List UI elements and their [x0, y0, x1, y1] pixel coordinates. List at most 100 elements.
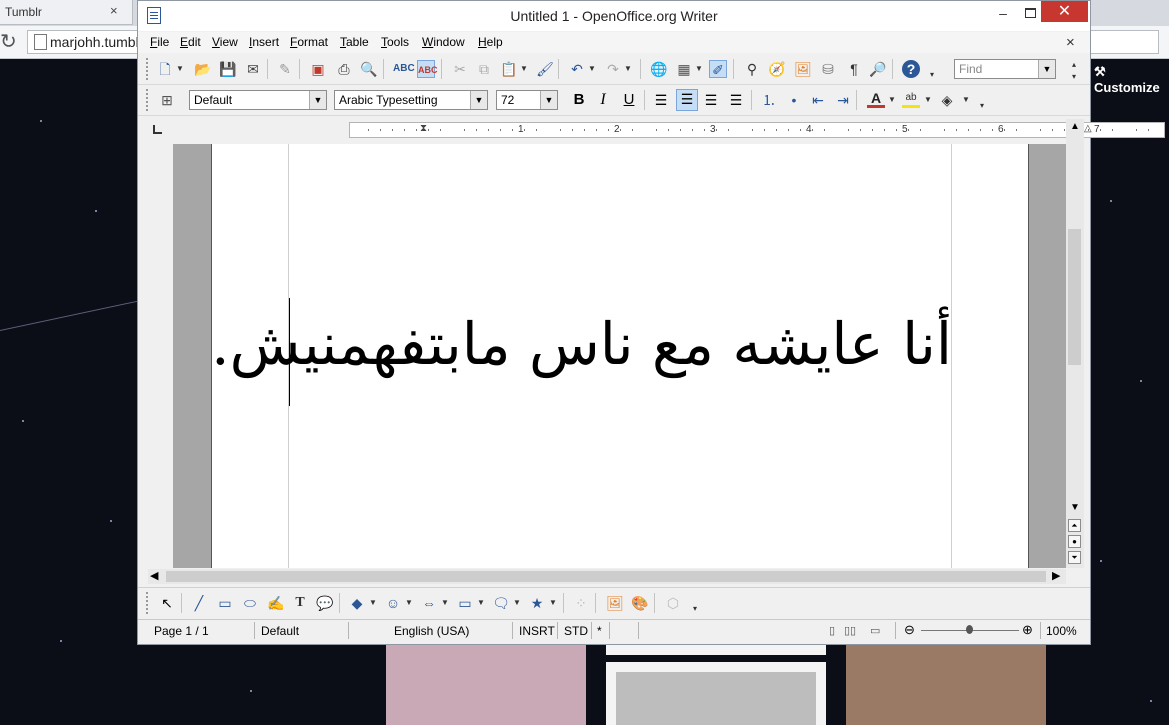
new-dropdown-icon[interactable]: ▼	[176, 60, 184, 78]
zoom-level[interactable]: 100%	[1046, 624, 1077, 638]
redo-icon[interactable]: ↷	[604, 60, 622, 78]
chevron-down-icon[interactable]: ▼	[470, 91, 487, 109]
callouts-icon[interactable]: 🗨	[492, 594, 510, 612]
close-document-icon[interactable]: ×	[1066, 34, 1075, 51]
single-page-view-icon[interactable]: ▯	[829, 624, 835, 637]
previous-page-icon[interactable]: ⏶	[1068, 519, 1081, 532]
tab-type-selector[interactable]	[148, 119, 166, 141]
paste-icon[interactable]: 📋	[500, 60, 518, 78]
align-right-icon[interactable]: ☰	[702, 91, 720, 109]
chevron-down-icon[interactable]: ▼	[1038, 60, 1055, 78]
select-pointer-icon[interactable]: ↖	[158, 594, 176, 612]
basic-shapes-dropdown-icon[interactable]: ▼	[369, 594, 377, 612]
document-page[interactable]: أنا عايشه مع ناس مابتفهمنيش.	[211, 144, 1029, 568]
bullets-icon[interactable]: •	[785, 91, 803, 109]
flowchart-icon[interactable]: ▭	[456, 594, 474, 612]
help-icon[interactable]: ?	[902, 60, 920, 78]
font-name-select[interactable]: Arabic Typesetting ▼	[334, 90, 488, 110]
document-text[interactable]: أنا عايشه مع ناس مابتفهمنيش.	[211, 294, 952, 394]
insert-mode[interactable]: INSRT	[519, 624, 555, 638]
rectangle-icon[interactable]: ▭	[216, 594, 234, 612]
symbol-shapes-dropdown-icon[interactable]: ▼	[405, 594, 413, 612]
toolbar-overflow-icon[interactable]: ▾	[930, 66, 938, 84]
scroll-up-icon[interactable]: ▲	[1070, 121, 1080, 132]
close-button[interactable]: ✕	[1041, 1, 1088, 22]
post-thumbnail[interactable]	[846, 645, 1046, 725]
title-bar[interactable]: Untitled 1 - OpenOffice.org Writer – ✕	[138, 1, 1090, 31]
justify-icon[interactable]: ☰	[727, 91, 745, 109]
stars-dropdown-icon[interactable]: ▼	[549, 594, 557, 612]
toolbar-grip[interactable]	[146, 89, 151, 111]
hyperlink-icon[interactable]: 🌐	[650, 60, 668, 78]
menu-help[interactable]: Help	[478, 35, 503, 49]
zoom-out-icon[interactable]: ⊖	[904, 622, 915, 638]
find-replace-icon[interactable]: ⚲	[743, 60, 761, 78]
menu-file[interactable]: File	[150, 35, 169, 49]
print-icon[interactable]: ⎙	[335, 60, 353, 78]
font-color-dropdown-icon[interactable]: ▼	[888, 91, 896, 109]
toolbar-overflow-icon[interactable]: ▾	[980, 97, 988, 115]
highlight-icon[interactable]: ab	[902, 91, 920, 108]
points-icon[interactable]: ⁘	[572, 594, 590, 612]
extrusion-icon[interactable]: ⬡	[664, 594, 682, 612]
toolbar-grip[interactable]	[146, 58, 151, 80]
scroll-thumb[interactable]	[1068, 229, 1081, 365]
paste-dropdown-icon[interactable]: ▼	[520, 60, 528, 78]
align-center-icon[interactable]: ☰	[676, 89, 698, 111]
menu-table[interactable]: Table	[340, 35, 369, 49]
open-folder-icon[interactable]: 📂	[194, 60, 212, 78]
highlight-dropdown-icon[interactable]: ▼	[924, 91, 932, 109]
bold-button[interactable]: B	[570, 91, 588, 109]
undo-icon[interactable]: ↶	[568, 60, 586, 78]
from-file-icon[interactable]: 🖼	[606, 594, 624, 612]
copy-icon[interactable]: ⧉	[475, 60, 493, 78]
new-document-icon[interactable]: 🗋	[156, 60, 174, 78]
block-arrows-dropdown-icon[interactable]: ▼	[441, 594, 449, 612]
table-icon[interactable]: ▦	[675, 60, 693, 78]
zoom-in-icon[interactable]: ⊕	[1022, 622, 1033, 638]
scroll-thumb[interactable]	[166, 571, 1046, 582]
text-icon[interactable]: T	[291, 594, 309, 612]
post-thumbnail[interactable]	[386, 645, 586, 725]
page-count[interactable]: Page 1 / 1	[154, 624, 209, 638]
scroll-down-icon[interactable]: ▼	[1070, 502, 1080, 513]
multi-page-view-icon[interactable]: ▯▯	[844, 624, 856, 637]
callout-icon[interactable]: 💬	[316, 594, 334, 612]
find-toolbar-down-icon[interactable]: ▾	[1072, 68, 1080, 86]
email-icon[interactable]: ✉	[244, 60, 262, 78]
menu-edit[interactable]: Edit	[180, 35, 201, 49]
chevron-down-icon[interactable]: ▼	[309, 91, 326, 109]
gallery-icon[interactable]: 🖼	[794, 60, 812, 78]
font-size-select[interactable]: 72 ▼	[496, 90, 558, 110]
block-arrows-icon[interactable]: ⇔	[420, 594, 438, 612]
print-preview-icon[interactable]: 🔍	[360, 60, 378, 78]
show-draw-functions-icon[interactable]: ✐	[709, 60, 727, 78]
horizontal-ruler[interactable]: ⧗ 1 2 3 4 5 6 7 △	[349, 122, 1165, 138]
edit-file-icon[interactable]: ✎	[276, 60, 294, 78]
clone-formatting-icon[interactable]: 🖌	[536, 60, 554, 78]
autospellcheck-icon[interactable]: ABC	[417, 60, 438, 78]
language[interactable]: English (USA)	[394, 624, 469, 638]
paragraph-style-select[interactable]: Default ▼	[189, 90, 327, 110]
decrease-indent-icon[interactable]: ⇤	[809, 91, 827, 109]
basic-shapes-icon[interactable]: ◆	[348, 594, 366, 612]
reload-icon[interactable]: ↻	[0, 29, 17, 54]
toolbar-grip[interactable]	[146, 592, 151, 614]
background-color-icon[interactable]: ◈	[938, 91, 956, 109]
browser-tab[interactable]: Tumblr ×	[0, 0, 133, 25]
callouts-dropdown-icon[interactable]: ▼	[513, 594, 521, 612]
navigator-icon[interactable]: 🧭	[768, 60, 786, 78]
menu-format[interactable]: Format	[290, 35, 328, 49]
book-view-icon[interactable]: ▭	[870, 624, 880, 637]
stars-icon[interactable]: ★	[528, 594, 546, 612]
menu-insert[interactable]: Insert	[249, 35, 279, 49]
undo-dropdown-icon[interactable]: ▼	[588, 60, 596, 78]
fontwork-icon[interactable]: 🎨	[631, 594, 649, 612]
table-dropdown-icon[interactable]: ▼	[695, 60, 703, 78]
customize-link[interactable]: ⚒ Customize	[1094, 64, 1169, 95]
chevron-down-icon[interactable]: ▼	[540, 91, 557, 109]
font-color-icon[interactable]: A	[867, 91, 885, 108]
selection-mode[interactable]: STD	[564, 624, 588, 638]
cut-icon[interactable]: ✂	[451, 60, 469, 78]
scroll-left-icon[interactable]: ◀	[150, 569, 158, 582]
